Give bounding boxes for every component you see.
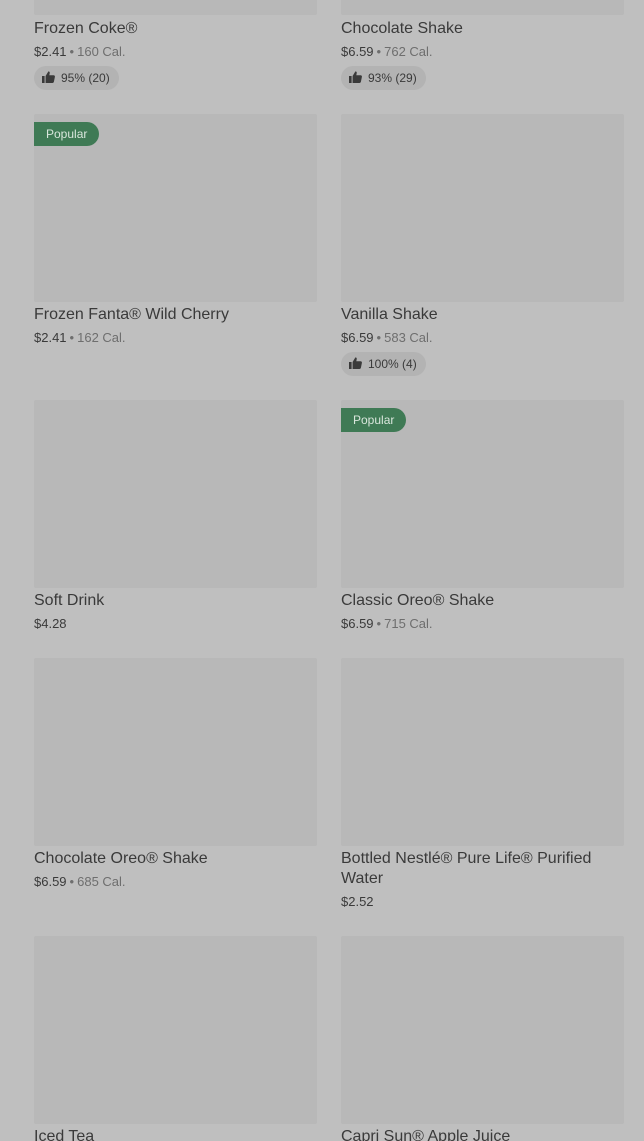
separator-dot: •: [69, 330, 75, 345]
menu-item-grid: Frozen Coke® $2.41 • 160 Cal. 95% (20) Cho…: [0, 0, 644, 1141]
menu-item-card[interactable]: Vanilla Shake $6.59 • 583 Cal. 100% (4): [341, 114, 624, 380]
popular-badge: Popular: [34, 122, 100, 146]
menu-item-card[interactable]: Iced Tea: [34, 936, 317, 1141]
item-name: Chocolate Shake: [341, 20, 463, 37]
menu-item-card[interactable]: Popular Frozen Fanta® Wild Cherry $2.41 •…: [34, 114, 317, 354]
item-rating: 93% (29): [368, 71, 417, 85]
item-price: $6.59: [341, 44, 374, 59]
menu-item-card[interactable]: Soft Drink $4.28: [34, 400, 317, 640]
item-rating-pill: 93% (29): [341, 66, 426, 90]
separator-dot: •: [376, 330, 382, 345]
item-price: $2.41: [34, 330, 67, 345]
menu-item-card[interactable]: Chocolate Shake $6.59 • 762 Cal. 93% (29): [341, 0, 624, 95]
separator-dot: •: [69, 44, 75, 59]
menu-item-card[interactable]: Frozen Coke® $2.41 • 160 Cal. 95% (20): [34, 0, 317, 95]
item-price-calories: $6.59 • 685 Cal.: [34, 873, 126, 891]
thumbs-up-icon: [349, 357, 362, 369]
item-price-calories: $6.59 • 715 Cal.: [341, 615, 433, 633]
thumbs-up-icon: [42, 71, 55, 83]
item-rating: 95% (20): [61, 71, 110, 85]
item-name: Capri Sun® Apple Juice: [341, 1128, 511, 1141]
item-name: Chocolate Oreo® Shake: [34, 850, 208, 867]
item-image: [34, 936, 317, 1124]
item-calories: 160 Cal.: [77, 44, 126, 59]
item-name: Frozen Fanta® Wild Cherry: [34, 306, 229, 323]
item-calories: 162 Cal.: [77, 330, 126, 345]
thumbs-up-icon: [349, 71, 362, 83]
separator-dot: •: [376, 44, 382, 59]
menu-item-card[interactable]: Chocolate Oreo® Shake $6.59 • 685 Cal.: [34, 658, 317, 898]
item-price-calories: $4.28: [34, 615, 67, 633]
item-name: Iced Tea: [34, 1128, 95, 1141]
item-price: $6.59: [341, 616, 374, 631]
item-calories: 685 Cal.: [77, 874, 126, 889]
item-price-calories: $6.59 • 583 Cal.: [341, 329, 433, 347]
item-price-calories: $6.59 • 762 Cal.: [341, 43, 433, 61]
item-price: $6.59: [34, 874, 67, 889]
item-name: Frozen Coke®: [34, 20, 138, 37]
item-price: $2.52: [341, 894, 374, 909]
item-image: [34, 0, 317, 15]
item-price-calories: $2.41 • 160 Cal.: [34, 43, 126, 61]
popular-badge: Popular: [341, 408, 407, 432]
item-price: $6.59: [341, 330, 374, 345]
menu-item-card[interactable]: Capri Sun® Apple Juice: [341, 936, 624, 1141]
item-price: $2.41: [34, 44, 67, 59]
item-rating-pill: 100% (4): [341, 352, 426, 376]
menu-item-card[interactable]: Popular Classic Oreo® Shake $6.59 • 715 Ca…: [341, 400, 624, 640]
item-image: [341, 114, 624, 302]
separator-dot: •: [376, 616, 382, 631]
item-price-calories: $2.41 • 162 Cal.: [34, 329, 126, 347]
item-name: Vanilla Shake: [341, 306, 438, 323]
item-calories: 762 Cal.: [384, 44, 433, 59]
item-price: $4.28: [34, 616, 67, 631]
item-image: [34, 658, 317, 846]
item-calories: 583 Cal.: [384, 330, 433, 345]
item-name: Bottled Nestlé® Pure Life® Purified Wate…: [341, 850, 592, 887]
item-name: Classic Oreo® Shake: [341, 592, 495, 609]
item-image: [34, 400, 317, 588]
item-image: [341, 936, 624, 1124]
item-image: [341, 658, 624, 846]
menu-item-card[interactable]: Bottled Nestlé® Pure Life® Purified Wate…: [341, 658, 624, 918]
item-calories: 715 Cal.: [384, 616, 433, 631]
item-image: [341, 0, 624, 15]
item-name: Soft Drink: [34, 592, 105, 609]
item-rating-pill: 95% (20): [34, 66, 119, 90]
separator-dot: •: [69, 874, 75, 889]
item-rating: 100% (4): [368, 357, 417, 371]
item-price-calories: $2.52: [341, 893, 374, 911]
